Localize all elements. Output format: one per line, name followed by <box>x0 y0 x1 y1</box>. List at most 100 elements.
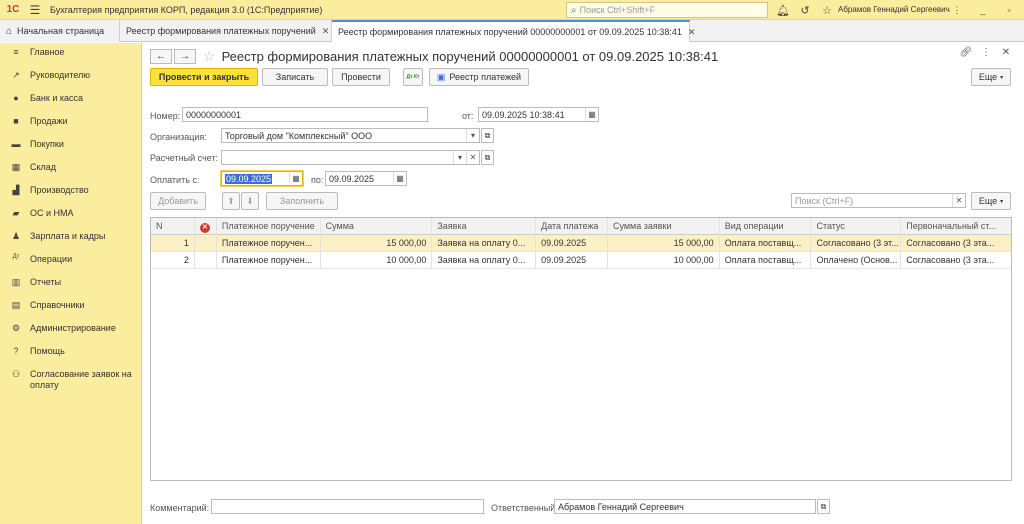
pay-from-field[interactable]: 09.09.2025 ▦ <box>221 171 303 186</box>
clear-search-icon[interactable]: ✕ <box>952 194 965 207</box>
sidebar-item-catalogs[interactable]: ▤ Справочники <box>0 296 141 319</box>
dropdown-arrow-icon[interactable]: ▾ <box>466 129 479 142</box>
sidebar-item-sales[interactable]: ■ Продажи <box>0 112 141 135</box>
minimize-icon[interactable]: _ <box>970 0 996 20</box>
save-button[interactable]: Записать <box>262 68 328 86</box>
organization-field[interactable]: Торговый дом "Комплексный" ООО ▾ <box>221 128 480 143</box>
sidebar-item-bank[interactable]: ● Банк и касса <box>0 89 141 112</box>
sidebar-item-label: Главное <box>30 47 65 57</box>
sidebar-item-approvals[interactable]: ⚇ Согласование заявок на оплату <box>0 365 141 399</box>
1c-logo-icon[interactable]: 1С <box>0 0 26 20</box>
approve-icon: ⚇ <box>11 369 21 379</box>
column-header-status[interactable]: Статус <box>811 217 902 235</box>
column-header-request-sum[interactable]: Сумма заявки <box>608 217 720 235</box>
payment-registry-button[interactable]: ▣ Реестр платежей <box>429 68 529 86</box>
table-more-button[interactable]: Еще ▾ <box>971 192 1011 210</box>
dropdown-arrow-icon[interactable]: ▾ <box>453 151 466 164</box>
number-field[interactable]: 00000000001 <box>182 107 428 122</box>
sidebar-item-purchases[interactable]: ▬ Покупки <box>0 135 141 158</box>
close-tab-icon[interactable]: ✕ <box>682 27 696 38</box>
link-icon[interactable]: 🔗︎ <box>956 47 976 58</box>
post-button[interactable]: Провести <box>332 68 390 86</box>
help-icon: ? <box>13 346 19 356</box>
settings-dots-icon[interactable]: ⋮ <box>944 0 970 20</box>
date-field[interactable]: 09.09.2025 10:38:41 ▦ <box>478 107 599 122</box>
table-more-label: Еще <box>978 196 998 206</box>
dt-kt-button[interactable]: Дт Кт <box>403 68 423 86</box>
cell-request[interactable]: Заявка на оплату 0... <box>432 251 537 269</box>
chart-icon: ▥ <box>11 277 21 287</box>
column-header-payment-date[interactable]: Дата платежа <box>536 217 608 235</box>
global-search-placeholder: Поиск Ctrl+Shift+F <box>579 5 656 15</box>
cart-icon: ▬ <box>11 139 21 149</box>
user-name[interactable]: Абрамов Геннадий Сергеевич <box>838 0 950 20</box>
history-icon[interactable]: ↺ <box>794 4 816 17</box>
calendar-icon[interactable]: ▦ <box>289 172 302 185</box>
sidebar-item-warehouse[interactable]: ▦ Склад <box>0 158 141 181</box>
pay-to-field[interactable]: 09.09.2025 ▦ <box>325 171 407 186</box>
menu-burger-icon[interactable]: ☰ <box>26 0 44 20</box>
close-tab-icon[interactable]: ✕ <box>316 26 330 37</box>
favorite-star-icon[interactable]: ☆ <box>203 48 216 65</box>
sidebar-item-admin[interactable]: ⚙ Администрирование <box>0 319 141 342</box>
warehouse-icon: ▦ <box>11 162 21 172</box>
cell-payment-order[interactable]: Платежное поручен... <box>217 234 321 252</box>
responsible-field[interactable]: Абрамов Геннадий Сергеевич <box>554 499 816 514</box>
open-responsible-icon[interactable]: ⧉ <box>817 499 830 514</box>
tab-home[interactable]: ⌂ Начальная страница <box>0 20 120 42</box>
add-row-button[interactable]: Добавить <box>150 192 206 210</box>
fill-button[interactable]: Заполнить <box>266 192 338 210</box>
table-row[interactable]: 2 Платежное поручен... 10 000,00 Заявка … <box>151 251 1011 269</box>
column-header-initial-status[interactable]: Первоначальный ст... <box>901 218 1011 235</box>
sidebar-item-payroll[interactable]: ♟ Зарплата и кадры <box>0 227 141 250</box>
move-down-arrow-icon[interactable]: ⬇ <box>241 192 259 210</box>
cell-request[interactable]: Заявка на оплату 0... <box>432 234 537 252</box>
book-icon: ▤ <box>11 300 21 310</box>
pay-from-value: 09.09.2025 <box>225 173 273 184</box>
home-icon: ⌂ <box>6 25 13 37</box>
table-row[interactable]: 1 Платежное поручен... 15 000,00 Заявка … <box>151 234 1011 252</box>
more-dots-icon[interactable]: ⋮ <box>976 47 996 58</box>
open-account-icon[interactable]: ⧉ <box>481 150 494 165</box>
comment-field[interactable] <box>211 499 484 514</box>
sidebar-item-operations[interactable]: Дт Операции <box>0 250 141 273</box>
sidebar-item-label: Справочники <box>30 300 85 310</box>
sidebar-item-manager[interactable]: ↗ Руководителю <box>0 66 141 89</box>
global-search-input[interactable]: ⌕ Поиск Ctrl+Shift+F <box>566 2 768 18</box>
calendar-icon[interactable]: ▦ <box>393 172 406 185</box>
more-button[interactable]: Еще ▾ <box>971 68 1011 86</box>
maximize-icon[interactable]: ▫ <box>996 0 1022 20</box>
close-form-icon[interactable]: ✕ <box>996 47 1016 58</box>
clear-icon[interactable]: ✕ <box>466 151 479 164</box>
column-header-sum[interactable]: Сумма <box>321 217 433 235</box>
tab-registry-list[interactable]: Реестр формирования платежных поручений … <box>120 20 332 42</box>
column-header-error[interactable]: ✕ <box>195 217 217 235</box>
sidebar-item-production[interactable]: ▟ Производство <box>0 181 141 204</box>
cell-payment-order[interactable]: Платежное поручен... <box>217 251 321 269</box>
move-up-arrow-icon[interactable]: ⬆ <box>222 192 240 210</box>
column-header-operation-type[interactable]: Вид операции <box>720 217 812 235</box>
favorites-star-icon[interactable]: ☆ <box>816 4 838 17</box>
sidebar-item-reports[interactable]: ▥ Отчеты <box>0 273 141 296</box>
sidebar-item-main[interactable]: ≡ Главное <box>0 43 141 66</box>
pay-to-label: по: <box>311 175 324 185</box>
forward-arrow-icon[interactable]: → <box>174 48 196 64</box>
tab-registry-document[interactable]: Реестр формирования платежных поручений … <box>332 20 695 42</box>
column-header-request[interactable]: Заявка <box>432 217 537 235</box>
open-organization-icon[interactable]: ⧉ <box>481 128 494 143</box>
sidebar-item-help[interactable]: ? Помощь <box>0 342 141 365</box>
bell-icon[interactable]: 🔔︎ <box>772 4 794 17</box>
account-field[interactable]: ▾ ✕ <box>221 150 480 165</box>
date-value: 09.09.2025 10:38:41 <box>482 109 565 120</box>
tab-bar: ⌂ Начальная страница Реестр формирования… <box>0 20 1024 42</box>
payments-table[interactable]: N ✕ Платежное поручение Сумма Заявка Дат… <box>150 217 1012 481</box>
cell-status: Оплачено (Основ... <box>811 251 902 269</box>
cell-payment-date: 09.09.2025 <box>536 251 608 269</box>
post-and-close-button[interactable]: Провести и закрыть <box>150 68 258 86</box>
table-search-input[interactable]: Поиск (Ctrl+F) ✕ <box>791 193 966 208</box>
sidebar-item-assets[interactable]: ▰ ОС и НМА <box>0 204 141 227</box>
back-arrow-icon[interactable]: ← <box>150 48 172 64</box>
column-header-n[interactable]: N <box>151 217 195 235</box>
column-header-payment-order[interactable]: Платежное поручение <box>217 217 321 235</box>
calendar-icon[interactable]: ▦ <box>585 108 598 121</box>
